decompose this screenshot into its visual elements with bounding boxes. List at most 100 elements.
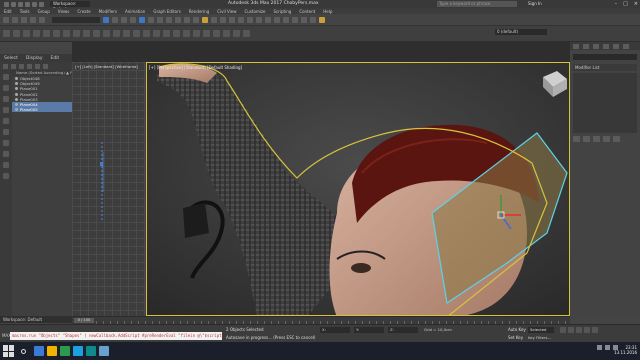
mirror-icon[interactable] xyxy=(247,16,253,23)
x-coordinate-field[interactable]: X: xyxy=(320,327,350,333)
menu-modifiers[interactable]: Modifiers xyxy=(99,9,117,14)
search-input[interactable]: Type a keyword or phrase xyxy=(437,1,517,7)
shapes-filter-icon[interactable] xyxy=(3,107,9,113)
filter-icon[interactable] xyxy=(3,63,8,69)
visibility-icon[interactable] xyxy=(15,87,18,91)
display-all-icon[interactable] xyxy=(3,85,9,91)
move-icon[interactable] xyxy=(139,16,145,23)
snap-toggle-icon[interactable] xyxy=(202,16,208,23)
ribbon-tool-icon[interactable] xyxy=(53,30,60,37)
ribbon-tool-icon[interactable] xyxy=(233,30,240,37)
percent-snap-icon[interactable] xyxy=(220,16,226,23)
visibility-icon[interactable] xyxy=(15,97,18,101)
modifier-stack[interactable] xyxy=(573,73,637,133)
filter-icon[interactable] xyxy=(27,63,32,69)
menu-edit[interactable]: Edit xyxy=(4,9,12,14)
space-warps-filter-icon[interactable] xyxy=(3,151,9,157)
filter-icon[interactable] xyxy=(11,63,16,69)
previous-frame-icon[interactable] xyxy=(568,327,574,333)
layer-dropdown[interactable]: 0 (default) xyxy=(495,29,547,35)
rendered-frame-icon[interactable] xyxy=(310,16,316,23)
ribbon-tool-icon[interactable] xyxy=(93,30,100,37)
show-end-result-icon[interactable] xyxy=(583,136,590,142)
menu-group[interactable]: Group xyxy=(38,9,50,14)
rectangular-selection-icon[interactable] xyxy=(121,16,127,23)
ribbon-tool-icon[interactable] xyxy=(113,30,120,37)
pin-stack-icon[interactable] xyxy=(573,136,580,142)
taskbar-app-icon[interactable] xyxy=(34,346,44,356)
menu-animation[interactable]: Animation xyxy=(125,9,145,14)
menu-create[interactable]: Create xyxy=(77,9,90,14)
link-icon[interactable] xyxy=(21,16,27,23)
taskbar-clock[interactable]: 23:31 13.11.2016 xyxy=(614,345,637,355)
angle-snap-icon[interactable] xyxy=(211,16,217,23)
reference-coord-icon[interactable] xyxy=(166,16,172,23)
material-editor-icon[interactable] xyxy=(292,16,298,23)
close-button[interactable]: × xyxy=(634,1,638,7)
taskbar-search-icon[interactable] xyxy=(21,348,26,354)
redo-tool-icon[interactable] xyxy=(12,16,18,23)
save-icon[interactable] xyxy=(25,1,30,7)
perspective-viewport[interactable]: [+] [Perspective] [Standard] [Default Sh… xyxy=(146,62,570,316)
utilities-tab-icon[interactable] xyxy=(623,43,629,49)
display-tab-icon[interactable] xyxy=(613,43,619,49)
network-icon[interactable] xyxy=(597,345,602,350)
cameras-filter-icon[interactable] xyxy=(3,129,9,135)
windows-start-icon[interactable] xyxy=(3,345,15,357)
timeline[interactable]: 0 / 100 xyxy=(72,316,570,325)
ribbon-tool-icon[interactable] xyxy=(193,30,200,37)
taskbar-app-icon[interactable] xyxy=(99,346,109,356)
go-to-end-icon[interactable] xyxy=(592,327,598,333)
spinner-snap-icon[interactable] xyxy=(229,16,235,23)
scale-icon[interactable] xyxy=(157,16,163,23)
menu-scripting[interactable]: Scripting xyxy=(274,9,292,14)
schematic-view-icon[interactable] xyxy=(283,16,289,23)
align-icon[interactable] xyxy=(256,16,262,23)
pivot-center-icon[interactable] xyxy=(175,16,181,23)
window-crossing-icon[interactable] xyxy=(130,16,136,23)
render-setup-icon[interactable] xyxy=(301,16,307,23)
named-selection-icon[interactable] xyxy=(238,16,244,23)
ribbon-tool-icon[interactable] xyxy=(103,30,110,37)
auto-key-button[interactable]: Auto Key xyxy=(508,327,526,332)
ribbon-tool-icon[interactable] xyxy=(43,30,50,37)
z-coordinate-field[interactable]: Z: xyxy=(388,327,418,333)
manipulate-icon[interactable] xyxy=(184,16,190,23)
taskbar-app-icon[interactable] xyxy=(47,346,57,356)
render-icon[interactable] xyxy=(319,16,325,23)
motion-tab-icon[interactable] xyxy=(603,43,609,49)
ribbon-tool-icon[interactable] xyxy=(243,30,250,37)
new-file-icon[interactable] xyxy=(11,1,16,7)
maxscript-listener[interactable]: macros.run "Objects" "Shapes" ( newCallb… xyxy=(10,332,222,340)
taskbar-app-icon[interactable] xyxy=(60,346,70,356)
tab-edit[interactable]: Edit xyxy=(50,56,59,61)
maximize-button[interactable]: □ xyxy=(623,1,628,7)
groups-filter-icon[interactable] xyxy=(3,162,9,168)
left-viewport[interactable] xyxy=(72,62,146,316)
configure-modifier-icon[interactable] xyxy=(613,136,620,142)
visibility-icon[interactable] xyxy=(15,82,18,86)
workspace-bar[interactable]: Workspace: Default xyxy=(0,316,72,323)
create-tab-icon[interactable] xyxy=(573,43,579,49)
visibility-icon[interactable] xyxy=(15,92,18,96)
explorer-column-header[interactable]: Name (Sorted Ascending) ▲ Frozen xyxy=(12,70,72,76)
menu-civil-view[interactable]: Civil View xyxy=(217,9,236,14)
key-filters-button[interactable]: Key Filters... xyxy=(528,335,551,340)
y-coordinate-field[interactable]: Y: xyxy=(354,327,384,333)
select-by-name-icon[interactable] xyxy=(112,16,118,23)
ribbon-tool-icon[interactable] xyxy=(13,30,20,37)
tab-select[interactable]: Select xyxy=(4,56,18,61)
ribbon-tool-icon[interactable] xyxy=(163,30,170,37)
display-none-icon[interactable] xyxy=(3,74,9,80)
ribbon-tool-icon[interactable] xyxy=(143,30,150,37)
ribbon-tool-icon[interactable] xyxy=(153,30,160,37)
menu-help[interactable]: Help xyxy=(323,9,332,14)
modifier-list-dropdown[interactable]: Modifier List xyxy=(573,64,637,71)
undo-tool-icon[interactable] xyxy=(3,16,9,23)
minimize-button[interactable]: – xyxy=(615,1,618,7)
layer-explorer-icon[interactable] xyxy=(265,16,271,23)
ribbon-tool-icon[interactable] xyxy=(203,30,210,37)
filter-icon[interactable] xyxy=(43,63,48,69)
ribbon-tool-icon[interactable] xyxy=(173,30,180,37)
sign-in-link[interactable]: Sign In xyxy=(528,1,542,6)
